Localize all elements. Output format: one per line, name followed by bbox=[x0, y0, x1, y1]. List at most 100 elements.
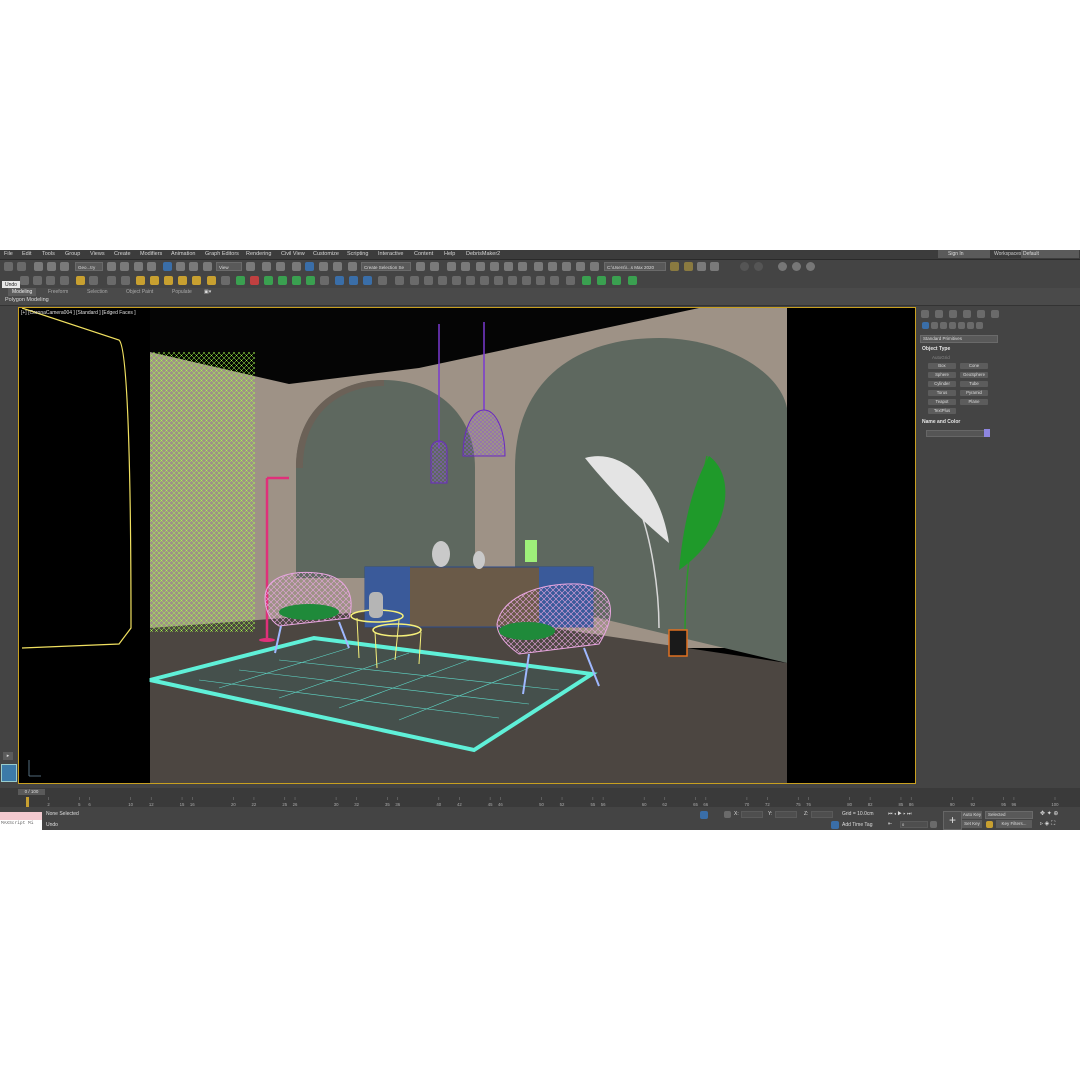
polygon-modeling-label[interactable]: Polygon Modeling bbox=[5, 297, 49, 304]
undo-icon[interactable] bbox=[4, 262, 13, 271]
menu-civil-view[interactable]: Civil View bbox=[281, 251, 305, 258]
tool-icon-i[interactable] bbox=[320, 276, 329, 285]
window-crossing-icon[interactable] bbox=[147, 262, 156, 271]
tab-freeform[interactable]: Freeform bbox=[48, 288, 68, 296]
tab-selection[interactable]: Selection bbox=[87, 288, 108, 296]
render-in-cloud-icon[interactable] bbox=[576, 262, 585, 271]
folder-icon[interactable] bbox=[670, 262, 679, 271]
blue-tool-icon-2[interactable] bbox=[349, 276, 358, 285]
lights-icon[interactable] bbox=[940, 322, 947, 329]
motion-tab-icon[interactable] bbox=[963, 310, 971, 318]
menu-graph-editors[interactable]: Graph Editors bbox=[205, 251, 239, 258]
schematic-view-icon[interactable] bbox=[504, 262, 513, 271]
plugin-icon-5[interactable] bbox=[806, 262, 815, 271]
select-rotate-icon[interactable] bbox=[176, 262, 185, 271]
camera-viewport[interactable]: [+] [CoronaCamera004 ] [Standard ] [Edge… bbox=[18, 307, 916, 784]
maxscript-output[interactable] bbox=[0, 812, 42, 820]
layer-explorer-icon[interactable] bbox=[461, 262, 470, 271]
tool-icon-w[interactable] bbox=[566, 276, 575, 285]
light-bulb-icon[interactable] bbox=[164, 276, 173, 285]
auto-key-button[interactable]: Auto Key bbox=[962, 811, 982, 819]
tube-button[interactable]: Tube bbox=[960, 381, 988, 387]
tool-icon-l[interactable] bbox=[410, 276, 419, 285]
menu-views[interactable]: Views bbox=[90, 251, 105, 258]
reference-coordinate-dropdown[interactable]: View bbox=[216, 262, 242, 271]
scene-explorer-icon[interactable] bbox=[447, 262, 456, 271]
tab-modeling[interactable]: Modeling bbox=[8, 288, 37, 296]
tab-populate[interactable]: Populate bbox=[172, 288, 192, 296]
time-tag-icon[interactable] bbox=[831, 821, 839, 829]
viewport-nav-controls[interactable]: ✥ ✦ ⊕ bbox=[1040, 811, 1058, 818]
tool-icon-a[interactable] bbox=[20, 276, 29, 285]
rendered-frame-window-icon[interactable] bbox=[548, 262, 557, 271]
angle-snap-icon[interactable] bbox=[305, 262, 314, 271]
tool-icon-g[interactable] bbox=[121, 276, 130, 285]
double-chevron-icon[interactable] bbox=[628, 276, 637, 285]
key-icon[interactable] bbox=[986, 821, 993, 828]
toggle-ribbon-icon[interactable] bbox=[476, 262, 485, 271]
object-type-rollout-title[interactable]: Object Type bbox=[922, 346, 950, 353]
maxscript-mini-label[interactable]: MAXScript Mi bbox=[1, 821, 33, 826]
menu-rendering[interactable]: Rendering bbox=[246, 251, 271, 258]
blue-tool-icon-3[interactable] bbox=[363, 276, 372, 285]
tool-icon-v[interactable] bbox=[550, 276, 559, 285]
select-object-icon[interactable] bbox=[107, 262, 116, 271]
menu-modifiers[interactable]: Modifiers bbox=[140, 251, 162, 258]
tool-icon-f[interactable] bbox=[107, 276, 116, 285]
tool-icon-s[interactable] bbox=[508, 276, 517, 285]
key-filters-button[interactable]: Key Filters... bbox=[996, 820, 1032, 828]
plugin-icon[interactable] bbox=[740, 262, 749, 271]
spinner-snap-icon[interactable] bbox=[333, 262, 342, 271]
snaps-toggle-icon[interactable] bbox=[292, 262, 301, 271]
display-tab-icon[interactable] bbox=[977, 310, 985, 318]
modify-tab-icon[interactable] bbox=[935, 310, 943, 318]
x-coordinate-field[interactable] bbox=[741, 811, 763, 818]
cylinder-button[interactable]: Cylinder bbox=[928, 381, 956, 387]
geometry-icon[interactable] bbox=[922, 322, 929, 329]
add-time-tag[interactable]: Add Time Tag bbox=[842, 822, 872, 829]
tool-icon-b[interactable] bbox=[33, 276, 42, 285]
playback-controls[interactable]: ⏮ ◂ ▶ ▸ ⏭ bbox=[888, 811, 912, 818]
curve-editor-icon[interactable] bbox=[490, 262, 499, 271]
menu-customize[interactable]: Customize bbox=[313, 251, 339, 258]
geosphere-button[interactable]: GeoSphere bbox=[960, 372, 988, 378]
time-slider[interactable]: 0 / 100 bbox=[0, 788, 1080, 797]
workspace-dropdown[interactable]: Default bbox=[1021, 250, 1079, 258]
current-frame-field[interactable]: 0 bbox=[900, 821, 928, 828]
set-key-button[interactable]: Set Key bbox=[962, 820, 982, 828]
object-name-field[interactable] bbox=[926, 430, 986, 437]
ribbon-options-icon[interactable]: ▣▾ bbox=[204, 288, 211, 296]
align-icon[interactable] bbox=[430, 262, 439, 271]
check-icon-2[interactable] bbox=[597, 276, 606, 285]
green-tool-icon-3[interactable] bbox=[278, 276, 287, 285]
systems-icon[interactable] bbox=[976, 322, 983, 329]
blue-tool-icon[interactable] bbox=[335, 276, 344, 285]
lamp-icon[interactable] bbox=[150, 276, 159, 285]
project-folder-dropdown[interactable]: C:\Users\\...s Max 2020 bbox=[604, 262, 666, 271]
tool-icon-c[interactable] bbox=[46, 276, 55, 285]
pyramid-button[interactable]: Pyramid bbox=[960, 390, 988, 396]
box-button[interactable]: Box bbox=[928, 363, 956, 369]
select-scale-icon[interactable] bbox=[189, 262, 198, 271]
cone-button[interactable]: Cone bbox=[960, 363, 988, 369]
time-config-icon[interactable] bbox=[930, 821, 937, 828]
selection-lock-icon[interactable] bbox=[700, 811, 708, 819]
menu-file[interactable]: File bbox=[4, 251, 13, 258]
corona-icon[interactable] bbox=[697, 262, 706, 271]
tool-icon-d[interactable] bbox=[60, 276, 69, 285]
selection-filter-dropdown[interactable]: Geo...try bbox=[75, 262, 103, 271]
spot-light-icon[interactable] bbox=[192, 276, 201, 285]
primitive-category-dropdown[interactable]: Standard Primitives bbox=[920, 335, 998, 343]
menu-edit[interactable]: Edit bbox=[22, 251, 31, 258]
object-color-swatch[interactable] bbox=[984, 429, 990, 437]
viewport-label[interactable]: [+] [CoronaCamera004 ] [Standard ] [Edge… bbox=[21, 310, 136, 316]
check-icon-3[interactable] bbox=[612, 276, 621, 285]
tool-icon-q[interactable] bbox=[480, 276, 489, 285]
tool-icon-r[interactable] bbox=[494, 276, 503, 285]
teapot-button[interactable]: Teapot bbox=[928, 399, 956, 405]
utilities-tab-icon[interactable] bbox=[991, 310, 999, 318]
menu-scripting[interactable]: Scripting bbox=[347, 251, 368, 258]
time-slider-thumb[interactable]: 0 / 100 bbox=[18, 789, 45, 795]
a360-gallery-icon[interactable] bbox=[590, 262, 599, 271]
plugin-icon-2[interactable] bbox=[754, 262, 763, 271]
